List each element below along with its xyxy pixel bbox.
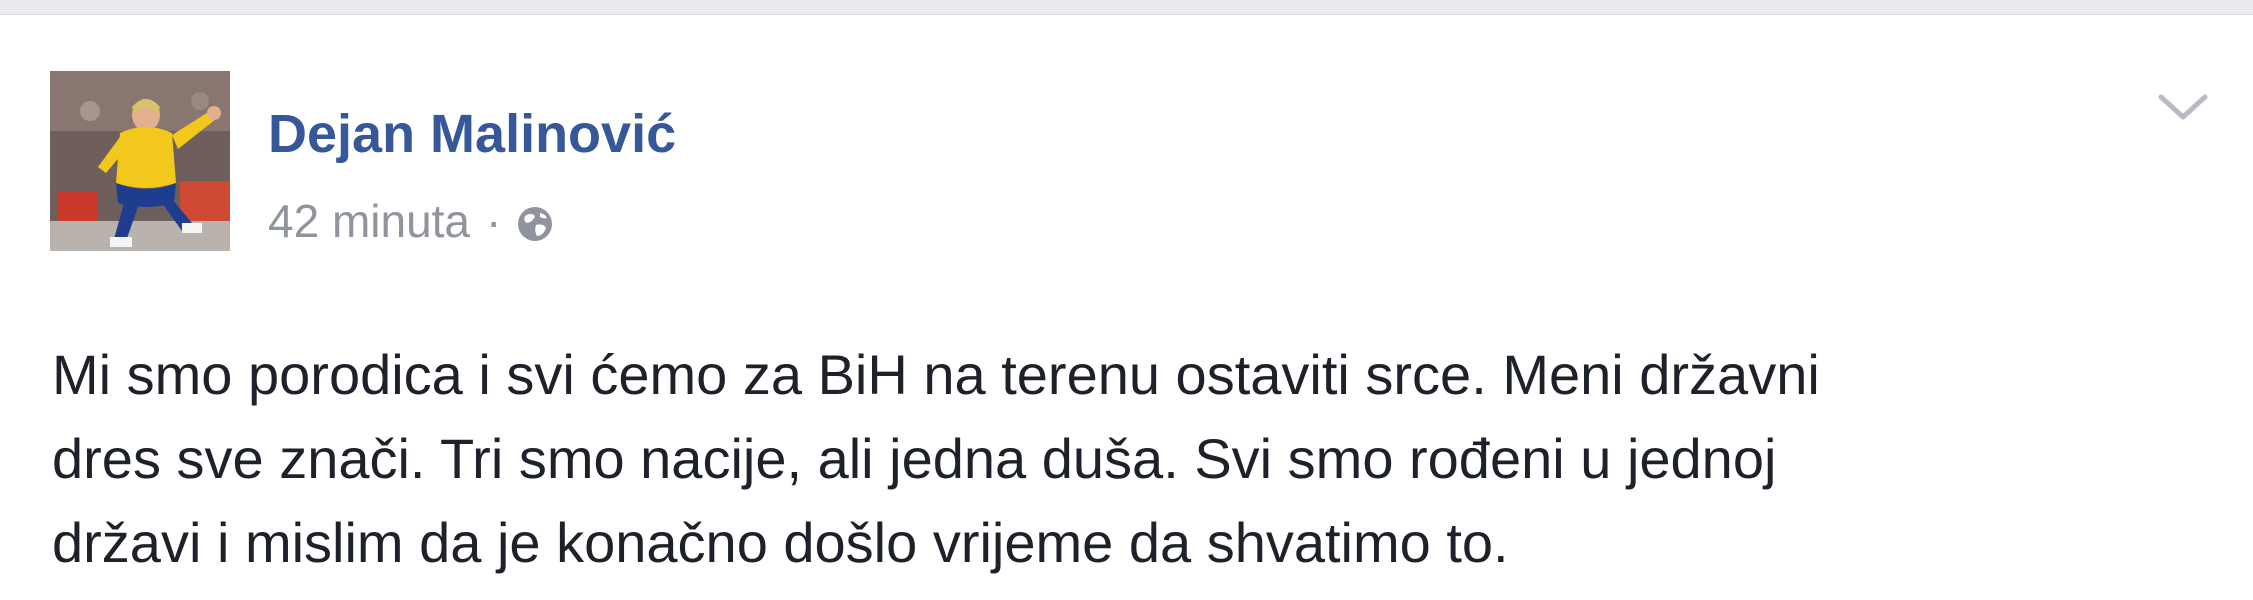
globe-icon[interactable] <box>515 201 555 241</box>
post-timestamp[interactable]: 42 minuta <box>268 194 470 248</box>
post-message: Mi smo porodica i svi ćemo za BiH na ter… <box>52 333 2152 585</box>
post-text-line: dres sve znači. Tri smo nacije, ali jedn… <box>52 427 1777 490</box>
page-background-strip <box>0 0 2253 14</box>
avatar-photo <box>50 71 230 251</box>
meta-separator: · <box>486 195 502 247</box>
post-meta: 42 minuta · <box>268 193 555 249</box>
post-text-line: državi i mislim da je konačno došlo vrij… <box>52 511 1509 574</box>
avatar[interactable] <box>50 71 230 251</box>
post-text-line: Mi smo porodica i svi ćemo za BiH na ter… <box>52 343 1820 406</box>
post-author-name[interactable]: Dejan Malinović <box>268 101 676 167</box>
facebook-post-card: Dejan Malinović 42 minuta · Mi smo porod… <box>0 14 2253 600</box>
chevron-down-icon[interactable] <box>2155 89 2211 125</box>
